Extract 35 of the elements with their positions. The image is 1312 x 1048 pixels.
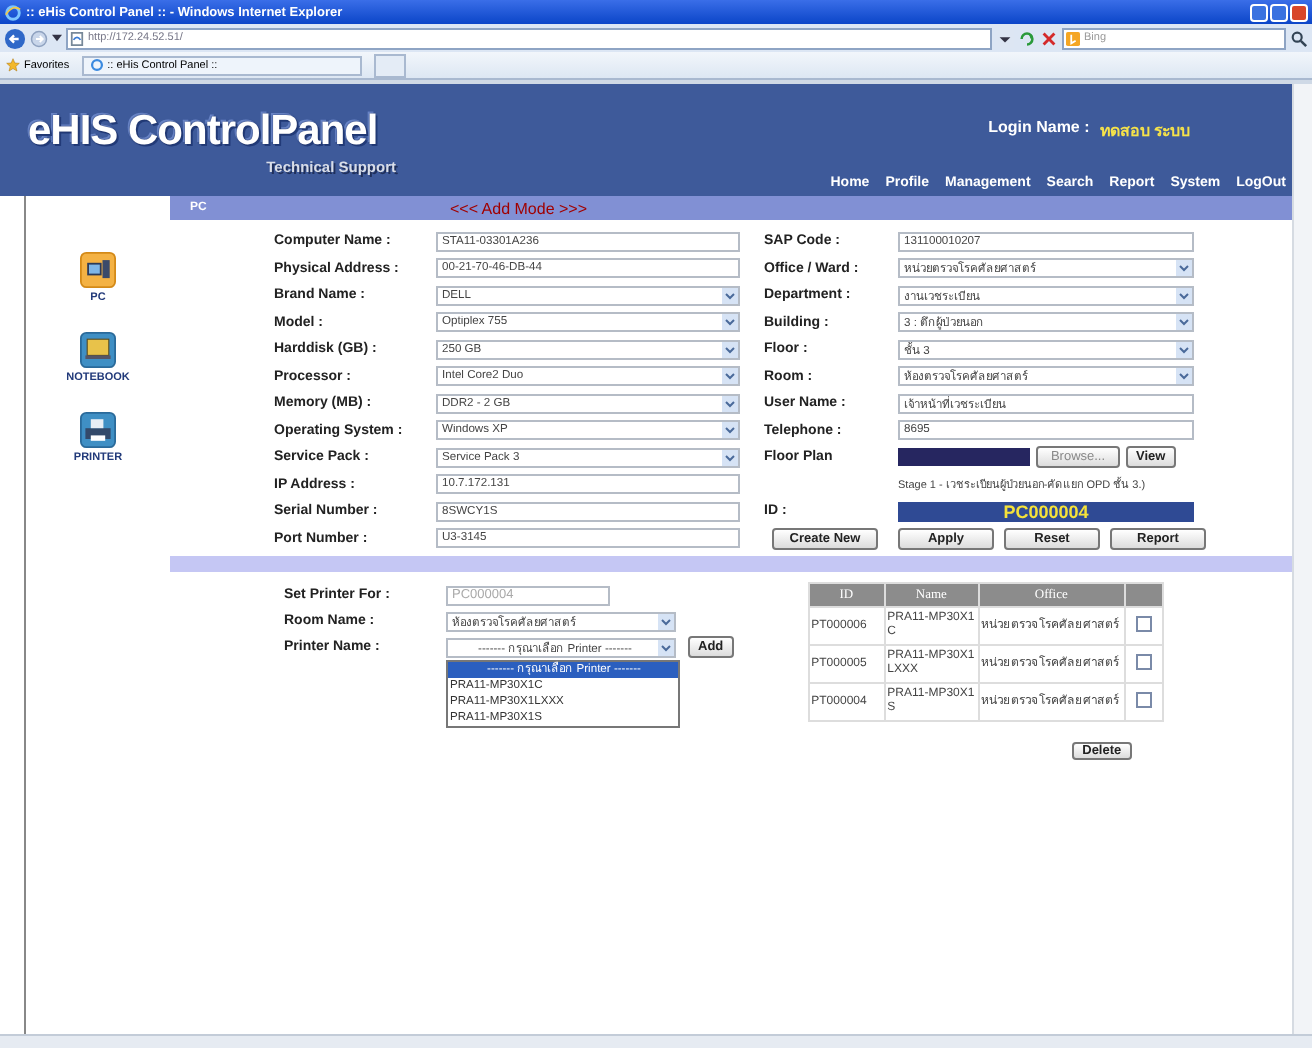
caret-icon[interactable] (52, 34, 62, 42)
dropdown-arrow-icon (658, 639, 674, 655)
stop-icon[interactable] (1040, 29, 1058, 47)
browser-icon (89, 58, 104, 72)
login-name: ทดสอบ ระบบ (1099, 120, 1190, 144)
back-icon[interactable] (4, 27, 26, 49)
dropdown-arrow-icon (722, 287, 738, 304)
logo-text: eHIS ControlPanel (28, 108, 378, 156)
dropdown-arrow-icon (658, 613, 674, 629)
checkbox[interactable] (1135, 653, 1152, 669)
dropdown-arrow-icon (722, 368, 738, 385)
close-button[interactable] (1290, 3, 1308, 21)
browser-icon (4, 3, 22, 21)
dropdown-arrow-icon (1176, 368, 1192, 385)
scrollbar[interactable] (1292, 84, 1312, 1034)
dropdown-arrow-icon (722, 422, 738, 439)
dropdown-arrow-icon (1176, 287, 1192, 304)
checkbox[interactable] (1135, 691, 1152, 707)
dropdown-arrow-icon (722, 449, 738, 466)
login-label: Login Name : (988, 118, 1090, 140)
dropdown-arrow-icon (722, 314, 738, 331)
search-icon[interactable] (1290, 29, 1308, 47)
mode-title: <<< Add Mode >>> (450, 199, 588, 217)
maximize-button[interactable] (1270, 3, 1288, 21)
dropdown-arrow-icon (722, 341, 738, 358)
checkbox[interactable] (1135, 615, 1152, 631)
dropdown-arrow-icon (722, 395, 738, 412)
file-field[interactable] (898, 448, 1030, 467)
id-display: PC000004 (898, 501, 1194, 522)
dropdown-arrow-icon (1176, 341, 1192, 358)
dropdown-arrow-icon (1176, 314, 1192, 331)
star-icon (6, 58, 20, 72)
page-icon (70, 31, 84, 45)
minimize-button[interactable] (1250, 3, 1268, 21)
dropdown-arrow-icon (1176, 260, 1192, 277)
